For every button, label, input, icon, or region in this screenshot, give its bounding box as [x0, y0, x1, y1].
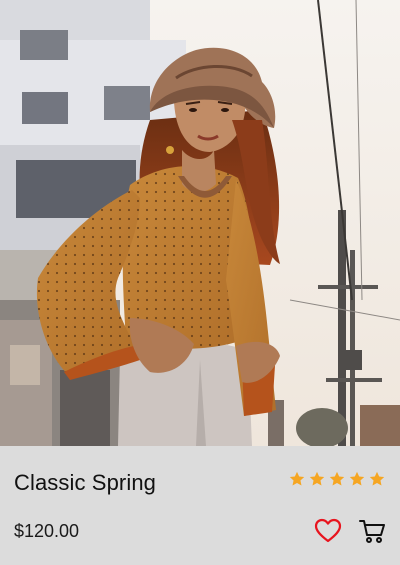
cart-icon[interactable] — [358, 517, 386, 545]
product-image[interactable] — [0, 0, 400, 446]
product-actions — [314, 517, 386, 545]
star-icon — [329, 471, 345, 486]
heart-icon[interactable] — [314, 517, 342, 545]
star-icon — [349, 471, 365, 486]
product-info: Classic Spring $120.00 — [0, 446, 400, 565]
star-icon — [309, 471, 325, 486]
rating-stars — [288, 470, 386, 488]
product-title: Classic Spring — [14, 470, 157, 495]
product-price: $120.00 — [14, 521, 80, 541]
star-icon — [289, 471, 305, 486]
product-card[interactable]: Classic Spring $120.00 — [0, 0, 400, 565]
star-icon — [369, 471, 385, 486]
